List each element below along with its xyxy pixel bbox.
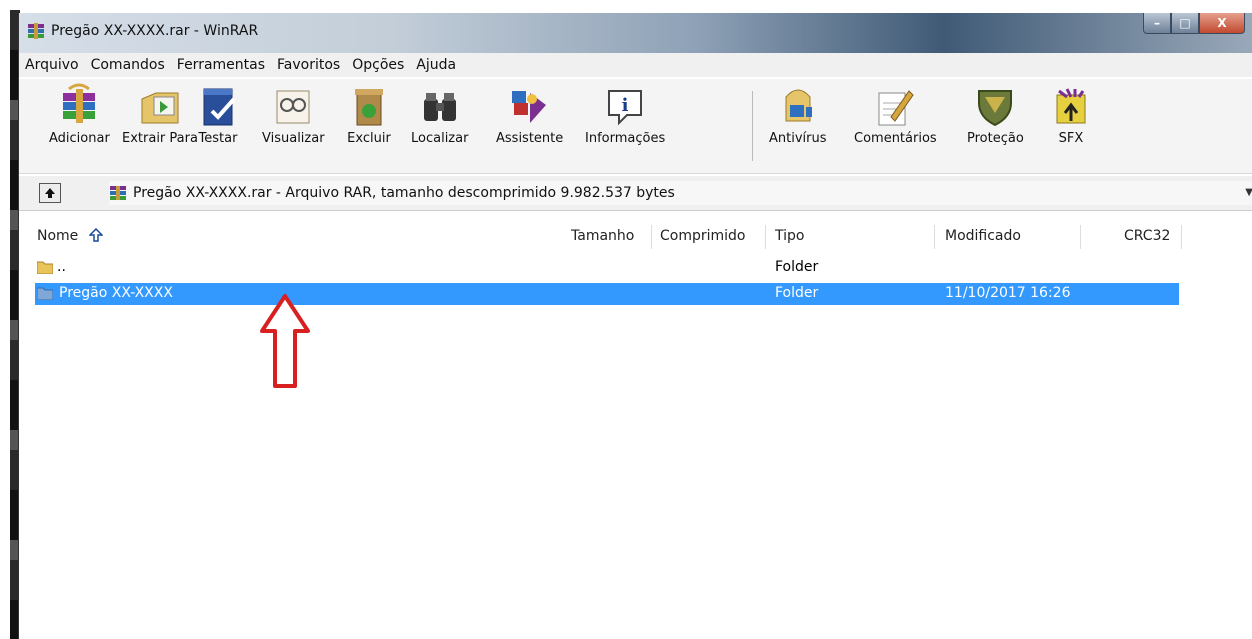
dropdown-arrow-icon[interactable]: ▼	[1245, 187, 1252, 198]
winrar-app-icon	[28, 23, 44, 39]
menu-comandos[interactable]: Comandos	[85, 57, 171, 73]
view-button[interactable]: Visualizar	[262, 83, 325, 146]
column-packed[interactable]: Comprimido	[660, 228, 746, 244]
address-bar: Pregão XX-XXXX.rar - Arquivo RAR, tamanh…	[19, 176, 1252, 211]
file-type: Folder	[775, 285, 819, 301]
extract-to-icon	[141, 92, 179, 124]
folder-icon	[37, 287, 53, 300]
column-type[interactable]: Tipo	[775, 228, 804, 244]
column-modified[interactable]: Modificado	[945, 228, 1021, 244]
maximize-button[interactable]: □	[1171, 13, 1199, 34]
close-button[interactable]: X	[1199, 13, 1245, 34]
antivirus-label: Antivírus	[769, 131, 827, 146]
window-controls: – □ X	[1143, 13, 1245, 35]
test-button[interactable]: Testar	[196, 83, 240, 146]
sfx-label: SFX	[1058, 131, 1084, 146]
find-icon	[423, 93, 456, 121]
menu-bar: Arquivo Comandos Ferramentas Favoritos O…	[19, 53, 1252, 77]
delete-icon	[355, 89, 383, 126]
wizard-label: Assistente	[496, 131, 564, 146]
protect-icon	[978, 90, 1013, 127]
comment-icon	[878, 90, 914, 126]
file-type: Folder	[775, 259, 819, 275]
file-list-header: Nome Tamanho Comprimido Tipo Modificado …	[19, 225, 1252, 249]
column-divider	[1080, 225, 1081, 249]
info-button[interactable]: i Informações	[585, 83, 665, 146]
add-label: Adicionar	[49, 131, 110, 146]
column-size[interactable]: Tamanho	[571, 228, 634, 244]
info-icon: i	[608, 90, 643, 126]
add-button[interactable]: Adicionar	[49, 83, 110, 146]
antivirus-button[interactable]: Antivírus	[769, 83, 827, 146]
menu-ajuda[interactable]: Ajuda	[410, 57, 462, 73]
winrar-window: Pregão XX-XXXX.rar - WinRAR – □ X Arquiv…	[18, 13, 1252, 639]
delete-label: Excluir	[347, 131, 391, 146]
menu-favoritos[interactable]: Favoritos	[271, 57, 346, 73]
menu-arquivo[interactable]: Arquivo	[19, 57, 85, 73]
add-archive-icon	[63, 83, 96, 123]
find-label: Localizar	[411, 131, 469, 146]
find-button[interactable]: Localizar	[411, 83, 468, 146]
comment-label: Comentários	[854, 131, 937, 146]
info-label: Informações	[585, 131, 666, 146]
up-folder-button[interactable]	[39, 183, 61, 203]
sfx-button[interactable]: SFX	[1049, 83, 1093, 146]
toolbar: Adicionar Extrair Para Testar Visualizar…	[19, 79, 1252, 174]
column-divider	[1181, 225, 1182, 249]
protect-label: Proteção	[967, 131, 1024, 146]
file-row-selected[interactable]: Pregão XX-XXXX Folder 11/10/2017 16:26	[35, 283, 1179, 305]
extract-to-button[interactable]: Extrair Para	[122, 83, 198, 146]
toolbar-separator	[752, 91, 753, 161]
svg-text:i: i	[622, 95, 629, 116]
minimize-button[interactable]: –	[1143, 13, 1171, 34]
up-arrow-icon	[45, 188, 55, 198]
sfx-icon	[1056, 88, 1086, 124]
wizard-button[interactable]: Assistente	[496, 83, 563, 146]
column-crc[interactable]: CRC32	[1124, 228, 1170, 244]
menu-opcoes[interactable]: Opções	[346, 57, 410, 73]
delete-button[interactable]: Excluir	[347, 83, 391, 146]
menu-ferramentas[interactable]: Ferramentas	[171, 57, 271, 73]
rar-archive-icon	[110, 186, 126, 200]
protect-button[interactable]: Proteção	[967, 83, 1024, 146]
comment-button[interactable]: Comentários	[854, 83, 937, 146]
file-modified: 11/10/2017 16:26	[945, 285, 1071, 301]
view-icon	[276, 90, 310, 124]
column-name-label: Nome	[37, 228, 79, 244]
column-divider	[934, 225, 935, 249]
annotation-up-arrow	[260, 294, 310, 388]
view-label: Visualizar	[262, 131, 325, 146]
address-text: Pregão XX-XXXX.rar - Arquivo RAR, tamanh…	[133, 185, 675, 201]
file-name: ..	[57, 259, 66, 275]
test-icon	[203, 88, 236, 126]
file-row-parent[interactable]: .. Folder	[35, 257, 1179, 279]
sort-ascending-icon	[87, 227, 104, 242]
wizard-icon	[511, 91, 546, 123]
address-field[interactable]: Pregão XX-XXXX.rar - Arquivo RAR, tamanh…	[109, 181, 1252, 205]
antivirus-icon	[785, 89, 812, 122]
folder-icon	[37, 261, 53, 274]
title-bar[interactable]: Pregão XX-XXXX.rar - WinRAR – □ X	[19, 13, 1252, 53]
extract-to-label: Extrair Para	[122, 131, 198, 146]
column-name[interactable]: Nome	[37, 227, 104, 244]
window-title: Pregão XX-XXXX.rar - WinRAR	[51, 23, 259, 39]
test-label: Testar	[198, 131, 238, 146]
column-divider	[651, 225, 652, 249]
column-divider	[765, 225, 766, 249]
file-name: Pregão XX-XXXX	[59, 285, 173, 301]
